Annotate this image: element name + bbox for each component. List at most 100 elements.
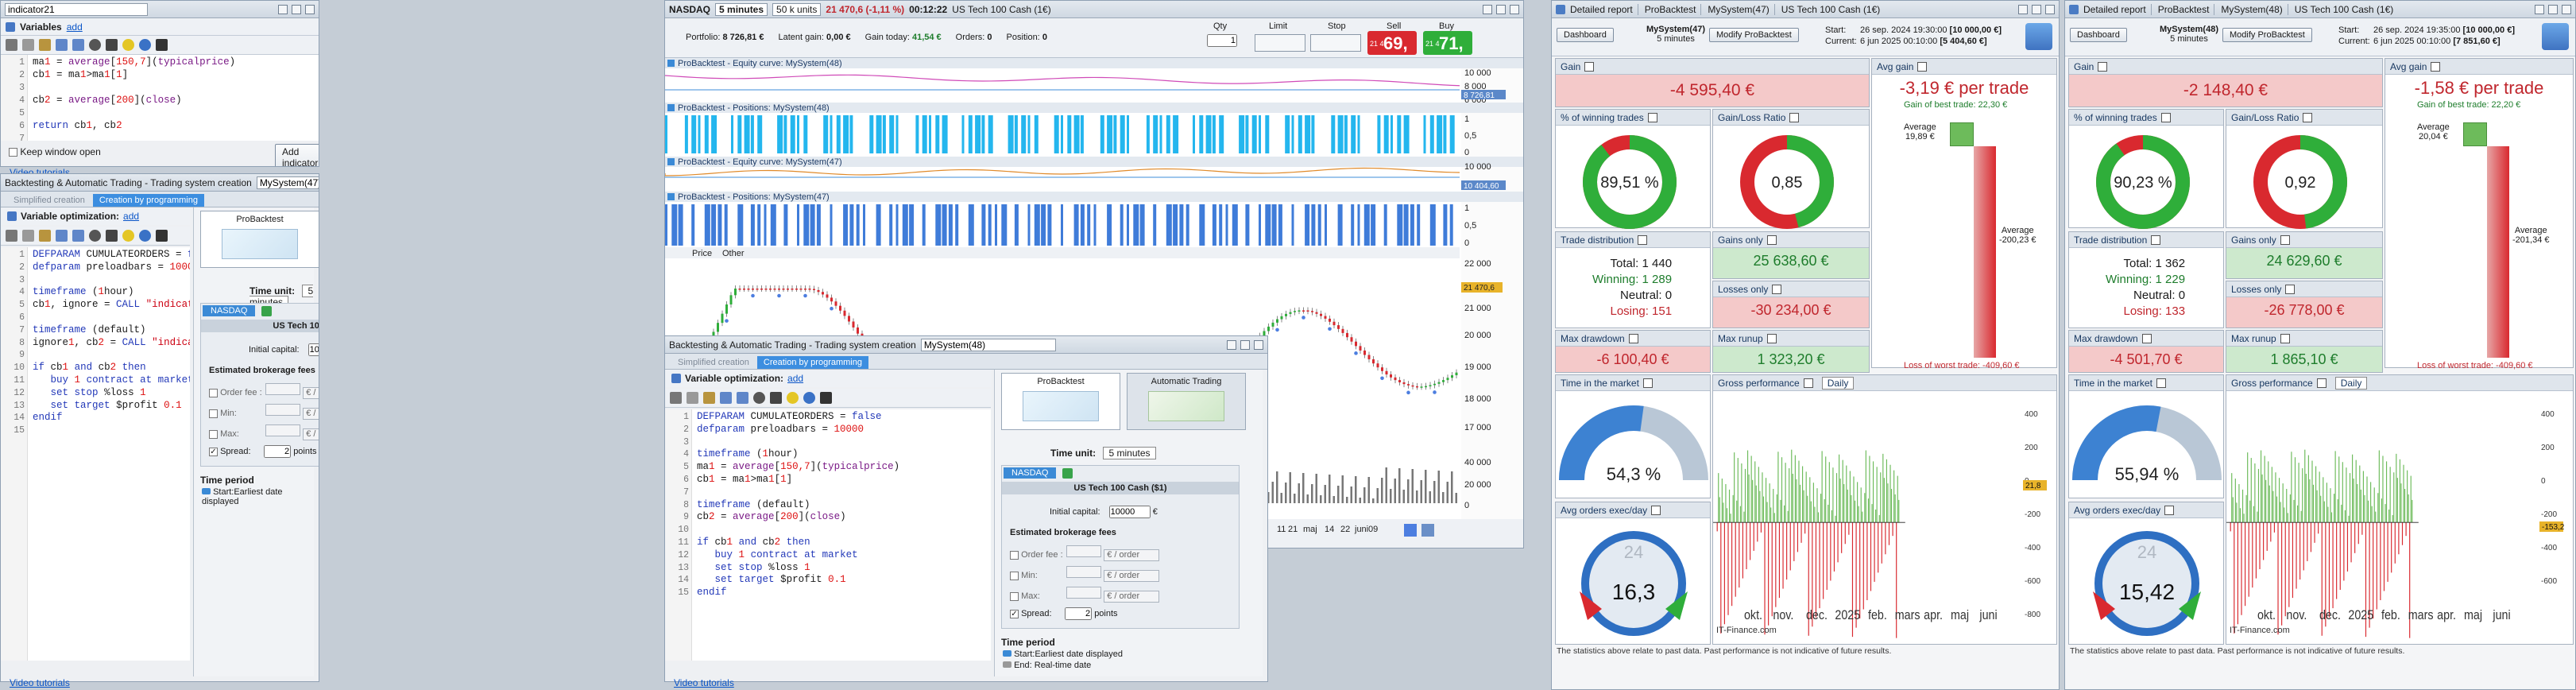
automatic-trading-tab[interactable]: Automatic Trading	[1127, 373, 1246, 430]
daily-select[interactable]: Daily	[2334, 376, 2368, 390]
print-icon[interactable]	[156, 39, 168, 51]
expand-icon[interactable]	[2303, 112, 2313, 122]
initial-capital-field[interactable]	[1108, 506, 1151, 518]
keep-open-checkbox[interactable]	[9, 148, 17, 157]
probacktest-tab[interactable]: ProBacktest	[1001, 373, 1120, 430]
search-icon[interactable]	[89, 230, 101, 242]
radio-icon[interactable]	[1003, 650, 1011, 657]
paste-icon[interactable]	[703, 392, 715, 404]
font-size-icon[interactable]	[106, 230, 118, 242]
expand-icon[interactable]	[2151, 235, 2161, 245]
fee-unit-select[interactable]: € / order	[1104, 591, 1160, 603]
system-code-editor[interactable]: 1 DEFPARAM CUMULATEORDERS = false 2 defpara…	[665, 409, 991, 661]
fee-unit-select[interactable]: € / order	[1104, 549, 1160, 561]
indicator-code-editor[interactable]: 1 ma1 = average[150,7](typicalprice) 2 cb1 …	[1, 55, 319, 141]
system-name-field[interactable]	[256, 176, 319, 189]
time-unit-select[interactable]: 5 minutes	[1103, 447, 1156, 459]
modify-probacktest-button[interactable]: Modify ProBacktest	[2222, 28, 2312, 42]
market-tag[interactable]: NASDAQ	[203, 305, 256, 316]
expand-icon[interactable]	[2098, 61, 2108, 72]
expand-icon[interactable]	[2280, 235, 2290, 245]
add-variable-link[interactable]: add	[67, 21, 83, 33]
expand-icon[interactable]	[2160, 112, 2171, 122]
fee-checkbox[interactable]	[1010, 550, 1019, 560]
paste-icon[interactable]	[39, 39, 51, 51]
fee-unit-select[interactable]: € / order	[303, 408, 319, 420]
undo-icon[interactable]	[56, 230, 68, 242]
expand-icon[interactable]	[1651, 505, 1661, 515]
print-icon[interactable]	[820, 392, 832, 404]
close-icon[interactable]	[305, 4, 315, 14]
sell-button[interactable]: 21 4 69,	[1367, 31, 1417, 55]
radio-icon[interactable]	[202, 488, 211, 494]
lightbulb-icon[interactable]	[122, 39, 134, 51]
minimize-icon[interactable]	[2535, 4, 2544, 14]
font-size-icon[interactable]	[770, 392, 782, 404]
minimize-icon[interactable]	[1227, 339, 1236, 350]
indicator-name-field[interactable]	[5, 2, 148, 16]
expand-icon[interactable]	[1766, 235, 1777, 245]
tab-simplified[interactable]: Simplified creation	[7, 194, 91, 207]
units-selector[interactable]: 50 k units	[772, 2, 822, 16]
video-tutorials-link-2[interactable]: Video tutorials	[10, 677, 70, 688]
daily-select[interactable]: Daily	[1821, 376, 1855, 390]
copy-icon[interactable]	[22, 39, 34, 51]
undo-icon[interactable]	[56, 39, 68, 51]
add-market-icon[interactable]	[261, 306, 272, 316]
maximize-icon[interactable]	[2548, 4, 2558, 14]
fee-unit-select[interactable]: € / order	[303, 428, 319, 440]
expand-icon[interactable]	[1642, 378, 1653, 388]
zoom-icon[interactable]	[1404, 524, 1417, 537]
fee-field[interactable]	[1066, 566, 1102, 578]
radio-icon[interactable]	[1003, 661, 1011, 668]
fee-checkbox[interactable]	[1010, 591, 1019, 601]
redo-icon[interactable]	[72, 230, 84, 242]
expand-icon[interactable]	[1772, 284, 1782, 294]
expand-icon[interactable]	[2431, 61, 2441, 72]
copy-icon[interactable]	[687, 392, 698, 404]
cut-icon[interactable]	[6, 39, 17, 51]
expand-icon[interactable]	[2280, 333, 2290, 343]
market-tag[interactable]: NASDAQ	[1004, 467, 1057, 479]
add-market-icon[interactable]	[1062, 468, 1073, 479]
fee-field[interactable]	[1066, 587, 1102, 599]
cut-icon[interactable]	[6, 230, 17, 242]
fee-unit-select[interactable]: € / order	[1104, 570, 1160, 582]
minimize-icon[interactable]	[278, 4, 288, 14]
limit-buttons[interactable]	[1255, 34, 1305, 52]
redo-icon[interactable]	[72, 39, 84, 51]
fee-field[interactable]	[265, 404, 301, 416]
spread-checkbox[interactable]: ✓	[1010, 609, 1019, 618]
redo-icon[interactable]	[737, 392, 748, 404]
probacktest-tab[interactable]: ProBacktest	[200, 211, 319, 268]
expand-icon[interactable]	[2141, 333, 2152, 343]
dashboard-select[interactable]: Dashboard	[1557, 28, 1614, 42]
initial-capital-field[interactable]	[307, 343, 319, 356]
tab-programming[interactable]: Creation by programming	[756, 356, 868, 369]
qty-field[interactable]	[1207, 34, 1237, 47]
export-icon[interactable]	[2542, 23, 2569, 50]
help-icon[interactable]	[803, 392, 815, 404]
expand-icon[interactable]	[1584, 61, 1595, 72]
close-icon[interactable]	[1254, 339, 1263, 350]
cut-icon[interactable]	[670, 392, 682, 404]
spread-field[interactable]	[264, 445, 292, 458]
maximize-icon[interactable]	[1496, 4, 1506, 14]
expand-icon[interactable]	[2156, 378, 2166, 388]
expand-icon[interactable]	[2285, 284, 2296, 294]
video-tutorials-link-3[interactable]: Video tutorials	[674, 677, 734, 688]
fee-field[interactable]	[1066, 545, 1102, 557]
expand-icon[interactable]	[1917, 61, 1928, 72]
fee-field[interactable]	[265, 383, 301, 395]
add-indicator-button[interactable]: Add indicator to chart	[275, 144, 319, 166]
tab-price[interactable]: Price	[692, 249, 712, 258]
expand-icon[interactable]	[1789, 112, 1800, 122]
spread-field[interactable]	[1065, 607, 1093, 620]
maximize-icon[interactable]	[1240, 339, 1250, 350]
maximize-icon[interactable]	[292, 4, 301, 14]
zoom-out-icon[interactable]	[1421, 524, 1434, 537]
font-size-icon[interactable]	[106, 39, 118, 51]
undo-icon[interactable]	[720, 392, 732, 404]
fee-checkbox[interactable]	[209, 388, 218, 397]
buy-button[interactable]: 21 4 71,	[1423, 31, 1472, 55]
